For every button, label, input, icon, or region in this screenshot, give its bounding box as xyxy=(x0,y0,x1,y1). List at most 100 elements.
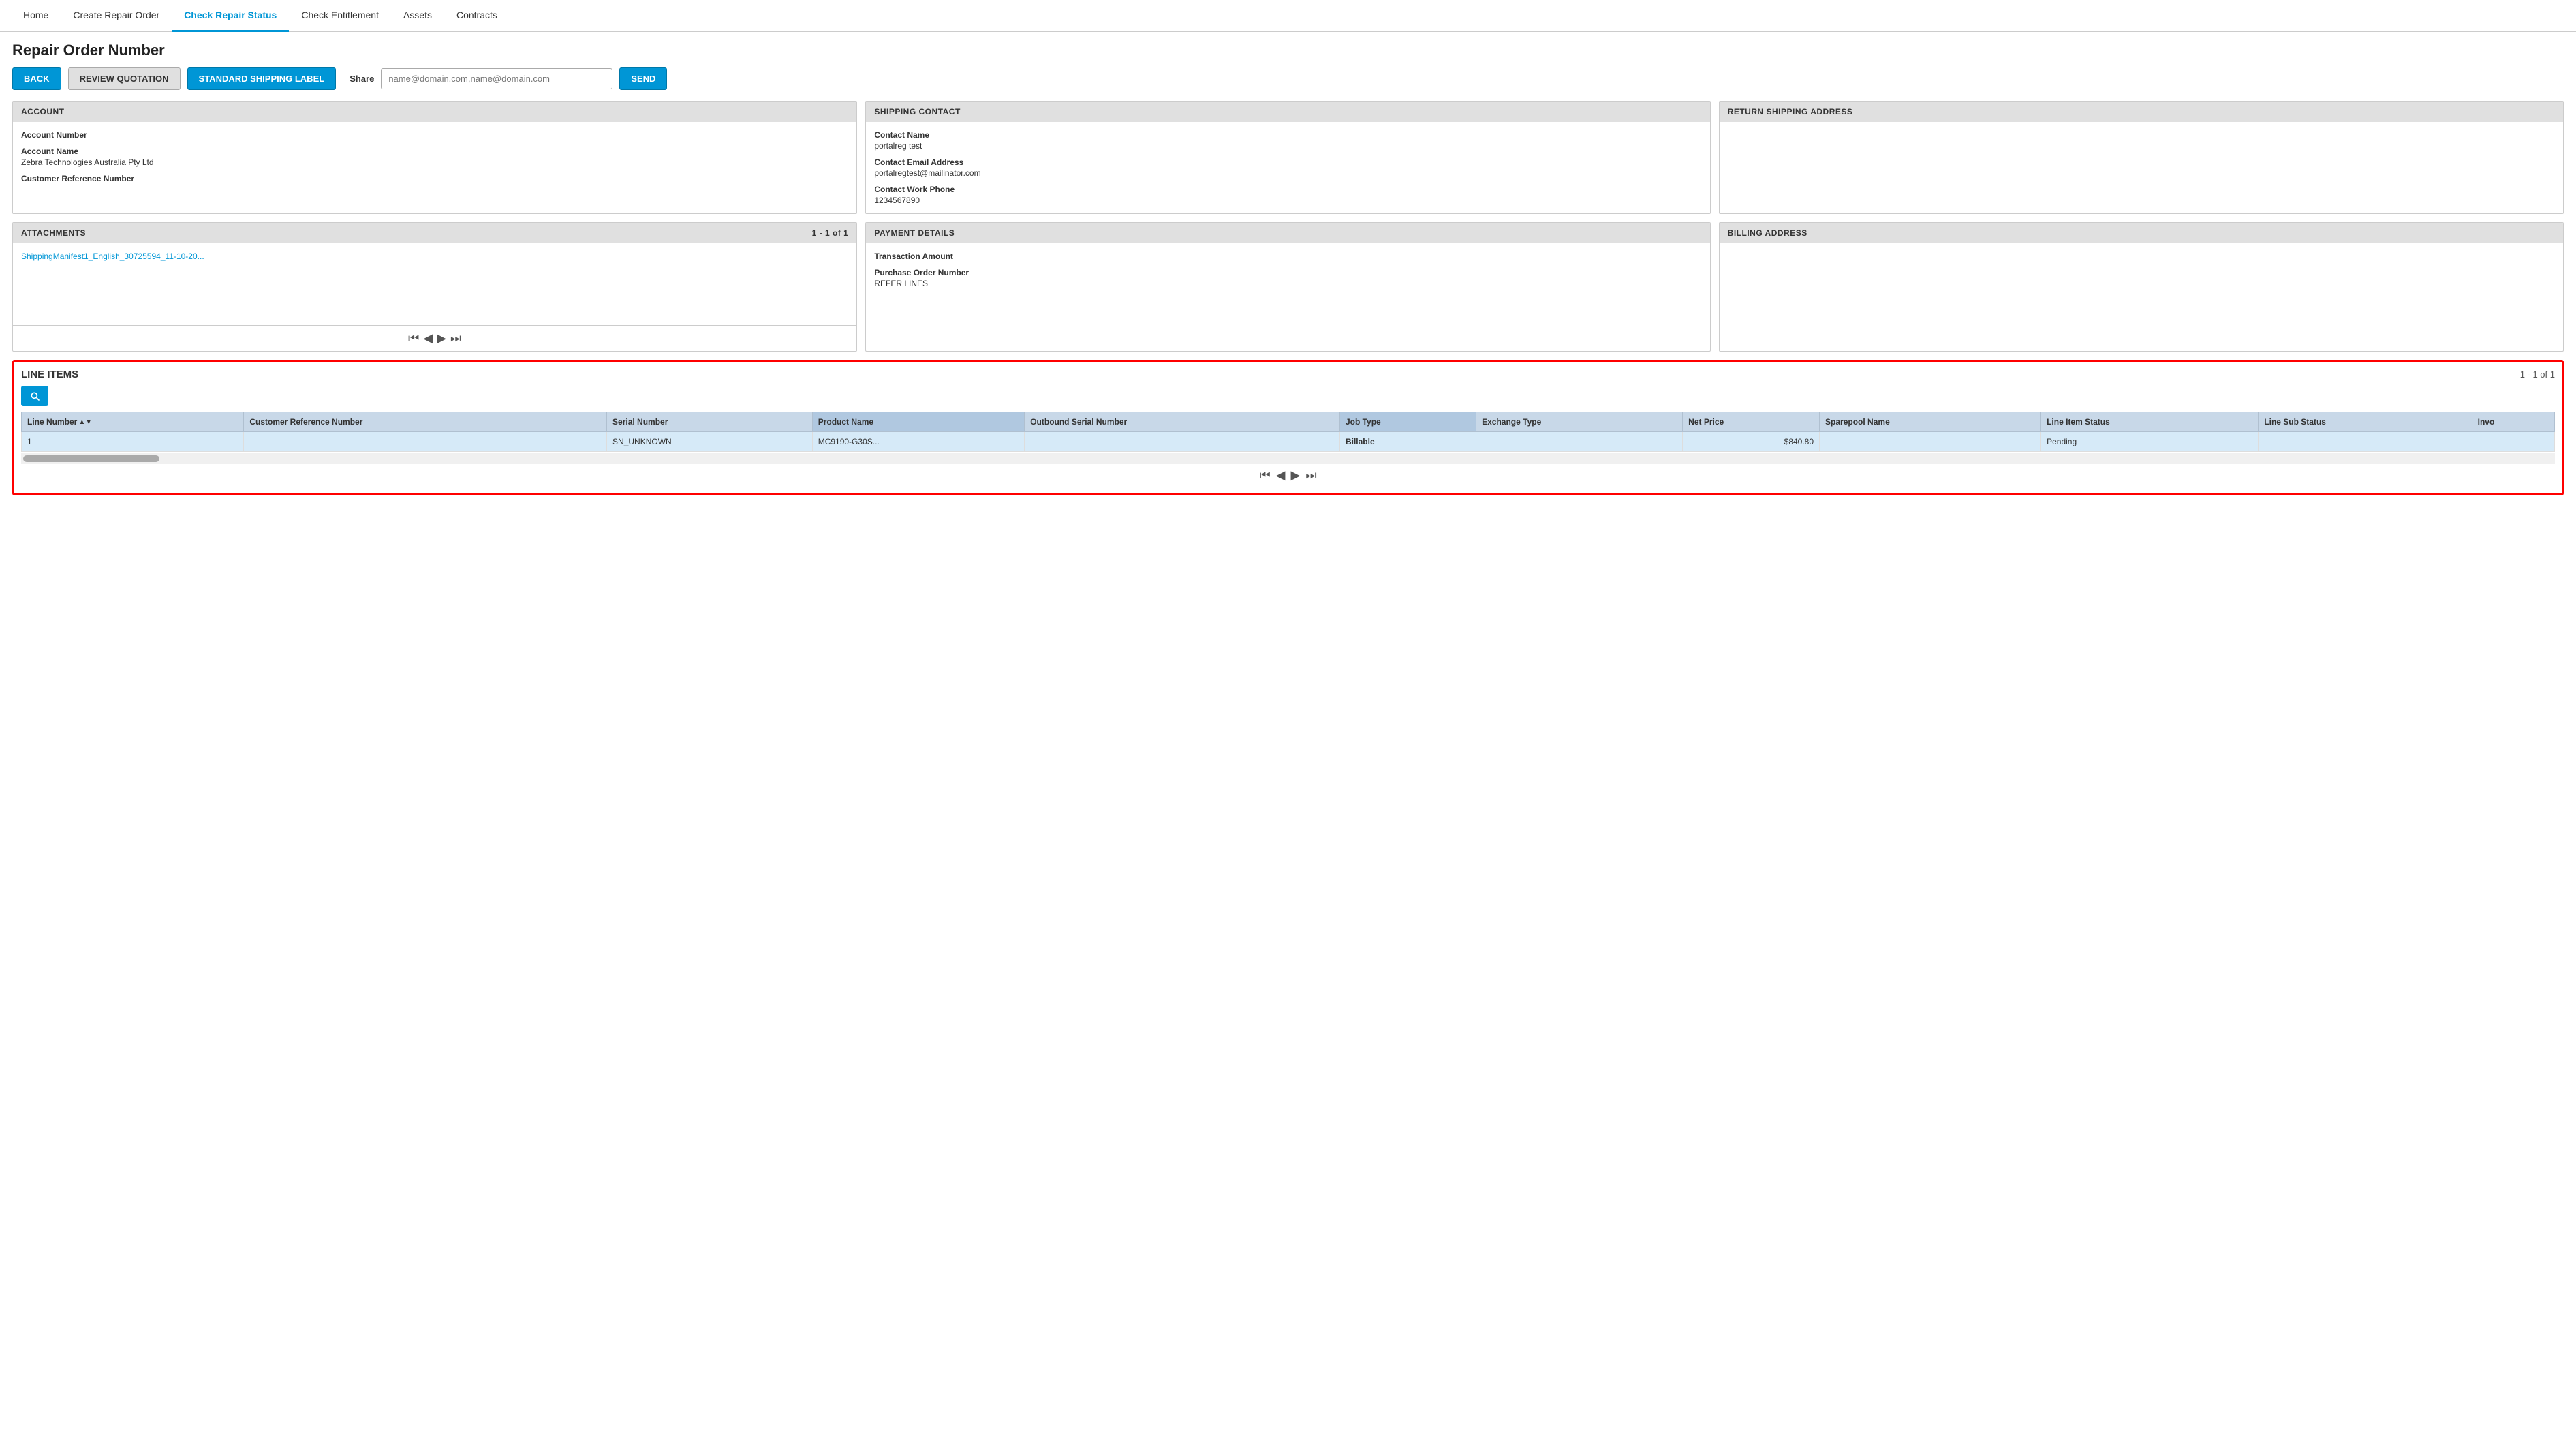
billing-panel: BILLING ADDRESS xyxy=(1719,222,2564,352)
cell-sparepool-name xyxy=(1820,432,2041,452)
table-header: Line Number ▲▼ Customer Reference Number… xyxy=(22,412,2555,432)
cell-line-number: 1 xyxy=(22,432,244,452)
pag-next-icon[interactable]: ▶ xyxy=(437,331,446,346)
attachment-link[interactable]: ShippingManifest1_English_30725594_11-10… xyxy=(21,251,848,261)
bottom-pagination: ⏮ ◀ ▶ ⏭ xyxy=(21,464,2555,487)
share-label: Share xyxy=(350,74,374,84)
return-shipping-body xyxy=(1720,122,2563,204)
nav-item-assets[interactable]: Assets xyxy=(391,0,444,32)
cell-job-type: Billable xyxy=(1339,432,1476,452)
th-sparepool-name: Sparepool Name xyxy=(1820,412,2041,432)
attachments-pagination: ⏮ ◀ ▶ ⏭ xyxy=(13,325,856,351)
line-items-title: LINE ITEMS xyxy=(21,369,78,380)
return-shipping-header: RETURN SHIPPING ADDRESS xyxy=(1720,102,2563,122)
shipping-contact-panel: SHIPPING CONTACT Contact Name portalreg … xyxy=(865,101,1710,214)
pag-prev-icon[interactable]: ◀ xyxy=(423,331,433,346)
purchase-order-label: Purchase Order Number xyxy=(874,268,1701,277)
contact-email-label: Contact Email Address xyxy=(874,157,1701,167)
toolbar: BACK REVIEW QUOTATION STANDARD SHIPPING … xyxy=(12,67,2564,90)
shipping-contact-header: SHIPPING CONTACT xyxy=(866,102,1709,122)
account-name-value: Zebra Technologies Australia Pty Ltd xyxy=(21,157,848,167)
contact-phone-value: 1234567890 xyxy=(874,196,1701,205)
account-panel-header: ACCOUNT xyxy=(13,102,856,122)
line-items-count: 1 - 1 of 1 xyxy=(2520,369,2555,380)
payment-body: Transaction Amount Purchase Order Number… xyxy=(866,243,1709,325)
review-quotation-button[interactable]: REVIEW QUOTATION xyxy=(68,67,181,90)
cell-exchange-type xyxy=(1476,432,1683,452)
th-net-price: Net Price xyxy=(1683,412,1820,432)
th-serial-number: Serial Number xyxy=(607,412,813,432)
scrollbar-thumb xyxy=(23,455,159,462)
top-panels-row: ACCOUNT Account Number Account Name Zebr… xyxy=(12,101,2564,214)
attachments-header: ATTACHMENTS 1 - 1 of 1 xyxy=(13,223,856,243)
bottom-pag-first-icon[interactable]: ⏮ xyxy=(1259,468,1270,482)
shipping-contact-body: Contact Name portalreg test Contact Emai… xyxy=(866,122,1709,213)
share-email-input[interactable] xyxy=(381,68,612,89)
contact-phone-label: Contact Work Phone xyxy=(874,185,1701,194)
th-exchange-type: Exchange Type xyxy=(1476,412,1683,432)
page-content: Repair Order Number BACK REVIEW QUOTATIO… xyxy=(0,32,2576,505)
line-items-section: LINE ITEMS 1 - 1 of 1 Line Number ▲▼ xyxy=(12,360,2564,495)
th-customer-ref: Customer Reference Number xyxy=(244,412,607,432)
cell-outbound-serial xyxy=(1025,432,1340,452)
cell-customer-ref xyxy=(244,432,607,452)
horizontal-scrollbar[interactable] xyxy=(21,453,2555,464)
table-body: 1 SN_UNKNOWN MC9190-G30S... Billable $84… xyxy=(22,432,2555,452)
th-line-sub-status: Line Sub Status xyxy=(2259,412,2472,432)
account-name-label: Account Name xyxy=(21,147,848,156)
back-button[interactable]: BACK xyxy=(12,67,61,90)
nav-item-contracts[interactable]: Contracts xyxy=(444,0,510,32)
attachments-title: ATTACHMENTS xyxy=(21,228,86,238)
billing-body xyxy=(1720,243,2563,325)
bottom-panels-row: ATTACHMENTS 1 - 1 of 1 ShippingManifest1… xyxy=(12,222,2564,352)
purchase-order-value: REFER LINES xyxy=(874,279,1701,288)
cell-line-item-status: Pending xyxy=(2041,432,2259,452)
attachments-panel: ATTACHMENTS 1 - 1 of 1 ShippingManifest1… xyxy=(12,222,857,352)
cell-invoice xyxy=(2472,432,2554,452)
line-items-search-button[interactable] xyxy=(21,386,48,406)
cell-product-name: MC9190-G30S... xyxy=(812,432,1025,452)
page-title: Repair Order Number xyxy=(12,42,2564,59)
cell-line-sub-status xyxy=(2259,432,2472,452)
contact-email-value: portalregtest@mailinator.com xyxy=(874,168,1701,178)
payment-header: PAYMENT DETAILS xyxy=(866,223,1709,243)
nav-item-home[interactable]: Home xyxy=(11,0,61,32)
bottom-pag-next-icon[interactable]: ▶ xyxy=(1291,468,1301,482)
payment-panel: PAYMENT DETAILS Transaction Amount Purch… xyxy=(865,222,1710,352)
line-items-table-scroll: Line Number ▲▼ Customer Reference Number… xyxy=(21,412,2555,464)
customer-ref-label: Customer Reference Number xyxy=(21,174,848,183)
transaction-amount-label: Transaction Amount xyxy=(874,251,1701,261)
pag-first-icon[interactable]: ⏮ xyxy=(408,331,419,346)
line-items-table: Line Number ▲▼ Customer Reference Number… xyxy=(21,412,2555,452)
bottom-pag-last-icon[interactable]: ⏭ xyxy=(1305,468,1316,482)
bottom-pag-prev-icon[interactable]: ◀ xyxy=(1276,468,1286,482)
nav-item-check-repair-status[interactable]: Check Repair Status xyxy=(172,0,289,32)
account-number-label: Account Number xyxy=(21,130,848,140)
account-panel-body: Account Number Account Name Zebra Techno… xyxy=(13,122,856,204)
th-line-number[interactable]: Line Number ▲▼ xyxy=(22,412,244,432)
line-items-header: LINE ITEMS 1 - 1 of 1 xyxy=(21,369,2555,380)
navigation: Home Create Repair Order Check Repair St… xyxy=(0,0,2576,32)
billing-header: BILLING ADDRESS xyxy=(1720,223,2563,243)
th-invoice: Invo xyxy=(2472,412,2554,432)
cell-net-price: $840.80 xyxy=(1683,432,1820,452)
sort-arrows-icon: ▲▼ xyxy=(78,418,92,426)
table-row[interactable]: 1 SN_UNKNOWN MC9190-G30S... Billable $84… xyxy=(22,432,2555,452)
th-line-item-status: Line Item Status xyxy=(2041,412,2259,432)
return-shipping-panel: RETURN SHIPPING ADDRESS xyxy=(1719,101,2564,214)
pag-last-icon[interactable]: ⏭ xyxy=(450,331,461,346)
nav-item-create-repair-order[interactable]: Create Repair Order xyxy=(61,0,172,32)
contact-name-label: Contact Name xyxy=(874,130,1701,140)
send-button[interactable]: SEND xyxy=(619,67,667,90)
attachments-body: ShippingManifest1_English_30725594_11-10… xyxy=(13,243,856,325)
account-panel: ACCOUNT Account Number Account Name Zebr… xyxy=(12,101,857,214)
th-outbound-serial: Outbound Serial Number xyxy=(1025,412,1340,432)
attachments-count: 1 - 1 of 1 xyxy=(812,228,849,238)
th-job-type: Job Type xyxy=(1339,412,1476,432)
search-icon xyxy=(29,390,40,401)
nav-item-check-entitlement[interactable]: Check Entitlement xyxy=(289,0,391,32)
th-product-name: Product Name xyxy=(812,412,1025,432)
cell-serial-number: SN_UNKNOWN xyxy=(607,432,813,452)
standard-shipping-label-button[interactable]: STANDARD SHIPPING LABEL xyxy=(187,67,337,90)
contact-name-value: portalreg test xyxy=(874,141,1701,151)
